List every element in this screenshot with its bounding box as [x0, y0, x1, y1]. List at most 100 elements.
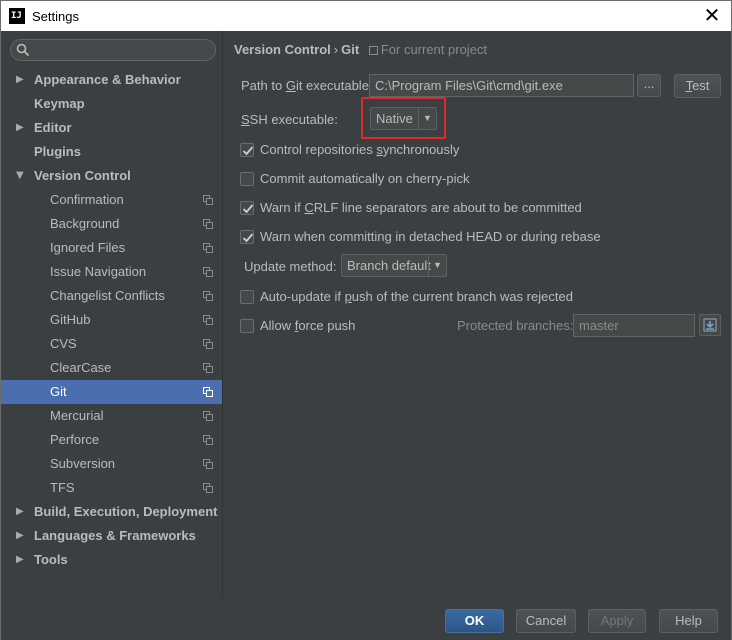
- cancel-button[interactable]: Cancel: [516, 609, 576, 633]
- sidebar-item-tools[interactable]: ▶ Tools: [1, 548, 222, 572]
- sidebar-item-changelist-conflicts[interactable]: Changelist Conflicts: [1, 284, 222, 308]
- collapse-arrow-icon[interactable]: ▶: [16, 524, 26, 548]
- collapse-arrow-icon[interactable]: ▶: [16, 500, 26, 524]
- project-scope-icon: [368, 46, 378, 55]
- settings-dialog: ▶ Appearance & Behavior Keymap ▶ Editor Plugi…: [0, 31, 732, 640]
- sidebar-item-github[interactable]: GitHub: [1, 308, 222, 332]
- auto-update-label: Auto-update if push of the current branc…: [260, 289, 573, 304]
- sidebar-item-tfs[interactable]: TFS: [1, 476, 222, 500]
- breadcrumb-separator: ›: [333, 42, 339, 57]
- sidebar-item-label: Version Control: [34, 168, 131, 183]
- collapse-arrow-icon[interactable]: ▶: [16, 116, 26, 140]
- sidebar-item-ignored-files[interactable]: Ignored Files: [1, 236, 222, 260]
- sidebar-item-label: Subversion: [50, 456, 116, 471]
- update-method-select[interactable]: Branch default ▼: [341, 254, 447, 277]
- intellij-app-icon: IJ: [9, 8, 25, 24]
- sidebar-item-perforce[interactable]: Perforce: [1, 428, 222, 452]
- sidebar-item-clearcase[interactable]: ClearCase: [1, 356, 222, 380]
- sidebar-item-label: CVS: [50, 336, 77, 351]
- project-scope-icon: [203, 387, 213, 397]
- dropdown-arrow-icon: ▼: [418, 108, 436, 129]
- expand-arrow-icon[interactable]: ▼: [16, 164, 26, 188]
- option-checkbox-2[interactable]: [240, 172, 254, 186]
- sidebar-item-subversion[interactable]: Subversion: [1, 452, 222, 476]
- search-icon: [16, 43, 30, 57]
- title-bar: IJ Settings ✕: [0, 0, 732, 31]
- settings-tree: ▶ Appearance & Behavior Keymap ▶ Editor Plugi…: [1, 68, 222, 572]
- dropdown-arrow-icon: ▼: [428, 255, 446, 276]
- settings-sidebar: ▶ Appearance & Behavior Keymap ▶ Editor Plugi…: [1, 31, 223, 598]
- sidebar-item-confirmation[interactable]: Confirmation: [1, 188, 222, 212]
- git-path-label: Path to Git executable:: [241, 78, 373, 93]
- expand-field-icon: [703, 318, 717, 332]
- option-checkbox-3[interactable]: [240, 201, 254, 215]
- checkmark-icon: [242, 146, 254, 156]
- sidebar-item-git[interactable]: Git: [1, 380, 222, 404]
- option-label-4: Warn when committing in detached HEAD or…: [260, 229, 601, 244]
- sidebar-item-mercurial[interactable]: Mercurial: [1, 404, 222, 428]
- project-scope-icon: [203, 339, 213, 349]
- sidebar-item-label: Languages & Frameworks: [34, 528, 196, 543]
- project-scope-icon: [203, 291, 213, 301]
- project-scope-icon: [203, 267, 213, 277]
- sidebar-item-label: ClearCase: [50, 360, 112, 375]
- project-scope-icon: [203, 195, 213, 205]
- sidebar-item-background[interactable]: Background: [1, 212, 222, 236]
- test-button[interactable]: Test: [674, 74, 721, 98]
- sidebar-item-appearance-behavior[interactable]: ▶ Appearance & Behavior: [1, 68, 222, 92]
- option-checkbox-4[interactable]: [240, 230, 254, 244]
- sidebar-item-cvs[interactable]: CVS: [1, 332, 222, 356]
- project-scope-icon: [203, 435, 213, 445]
- sidebar-item-issue-navigation[interactable]: Issue Navigation: [1, 260, 222, 284]
- apply-button[interactable]: Apply: [588, 609, 646, 633]
- allow-force-push-label: Allow force push: [260, 318, 356, 333]
- dialog-footer: OK Cancel Apply Help: [1, 598, 731, 640]
- breadcrumb-parent[interactable]: Version Control: [234, 42, 331, 57]
- allow-force-push-checkbox[interactable]: [240, 319, 254, 333]
- sidebar-item-label: Appearance & Behavior: [34, 72, 181, 87]
- sidebar-item-label: Mercurial: [50, 408, 104, 423]
- project-scope-icon: [203, 219, 213, 229]
- search-input[interactable]: [10, 39, 216, 61]
- sidebar-item-plugins[interactable]: Plugins: [1, 140, 222, 164]
- sidebar-item-label: Background: [50, 216, 120, 231]
- ssh-executable-select[interactable]: Native ▼: [370, 107, 437, 130]
- update-method-value: Branch default: [347, 258, 431, 273]
- project-scope-icon: [203, 459, 213, 469]
- project-scope-icon: [203, 243, 213, 253]
- ssh-executable-label: SSH executable:: [241, 112, 338, 127]
- protected-branches-edit-button[interactable]: [699, 314, 721, 336]
- sidebar-item-label: Editor: [34, 120, 72, 135]
- project-scope-icon: [203, 483, 213, 493]
- collapse-arrow-icon[interactable]: ▶: [16, 548, 26, 572]
- sidebar-item-label: Git: [50, 384, 67, 399]
- browse-button[interactable]: ...: [637, 74, 661, 97]
- sidebar-item-label: Keymap: [34, 96, 85, 111]
- sidebar-item-languages-frameworks[interactable]: ▶ Languages & Frameworks: [1, 524, 222, 548]
- sidebar-item-keymap[interactable]: Keymap: [1, 92, 222, 116]
- sidebar-item-build-execution-deployment[interactable]: ▶ Build, Execution, Deployment: [1, 500, 222, 524]
- sidebar-item-editor[interactable]: ▶ Editor: [1, 116, 222, 140]
- collapse-arrow-icon[interactable]: ▶: [16, 68, 26, 92]
- project-scope-icon: [203, 411, 213, 421]
- git-settings-panel: Version Control › Git For current project …: [224, 31, 732, 598]
- checkmark-icon: [242, 204, 254, 214]
- ok-button[interactable]: OK: [445, 609, 504, 633]
- protected-branches-label: Protected branches:: [457, 318, 574, 333]
- breadcrumb: Version Control › Git For current project: [234, 42, 487, 57]
- option-label-2: Commit automatically on cherry-pick: [260, 171, 470, 186]
- auto-update-checkbox[interactable]: [240, 290, 254, 304]
- sidebar-item-label: Plugins: [34, 144, 81, 159]
- protected-branches-input[interactable]: master: [573, 314, 695, 337]
- help-button[interactable]: Help: [659, 609, 718, 633]
- sidebar-item-label: GitHub: [50, 312, 91, 327]
- sidebar-item-label: TFS: [50, 480, 75, 495]
- sidebar-item-version-control[interactable]: ▼ Version Control: [1, 164, 222, 188]
- git-path-input[interactable]: C:\Program Files\Git\cmd\git.exe: [369, 74, 634, 97]
- project-scope-icon: [203, 315, 213, 325]
- option-label-1: Control repositories synchronously: [260, 142, 460, 157]
- option-checkbox-1[interactable]: [240, 143, 254, 157]
- ssh-executable-value: Native: [376, 111, 413, 126]
- close-icon[interactable]: ✕: [701, 5, 723, 27]
- sidebar-item-label: Perforce: [50, 432, 100, 447]
